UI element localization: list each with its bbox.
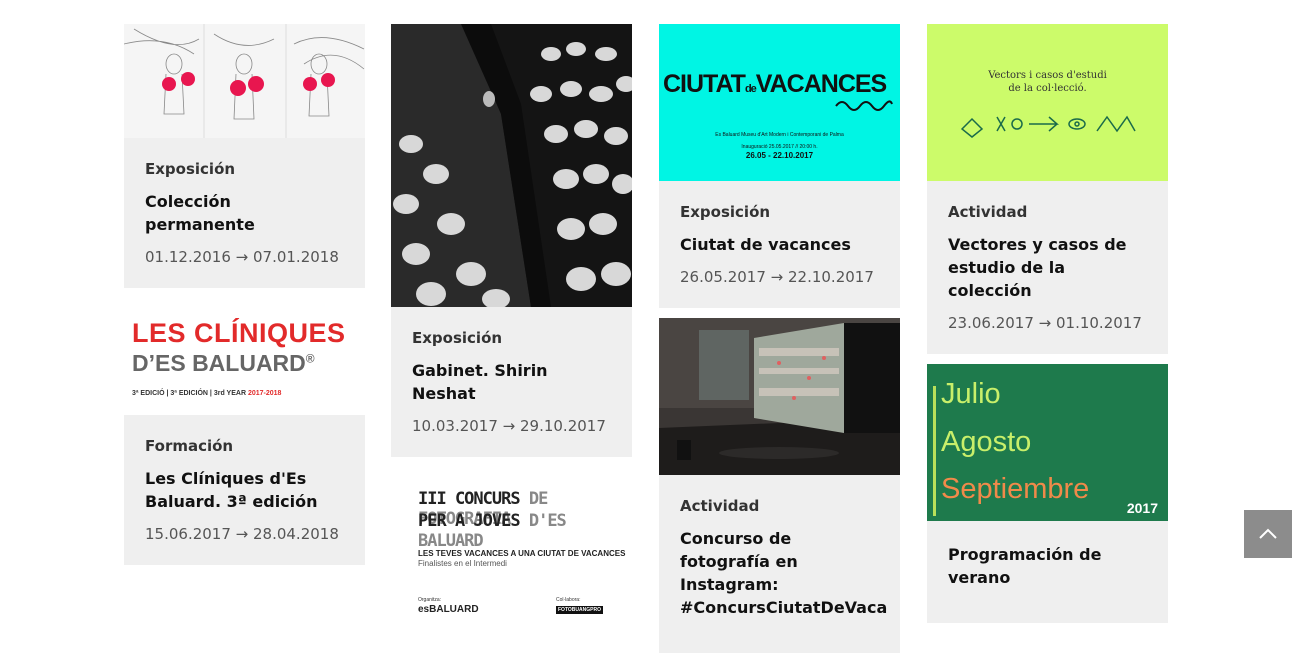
- thumb-text: PER A JOVES D'ES BALUARD: [418, 511, 567, 551]
- thumb-text: Inauguració 25.05.2017 // 20:00 h.: [741, 144, 818, 150]
- event-category: Actividad: [680, 497, 760, 515]
- thumb-text: Agosto: [941, 426, 1032, 458]
- event-title[interactable]: Les Clíniques d'Es Baluard. 3ª edición: [145, 467, 344, 513]
- thumb-text: D’ES BALUARD®: [132, 350, 315, 376]
- event-title[interactable]: Gabinet. Shirin Neshat: [412, 359, 611, 405]
- thumb-text: 2017: [1126, 500, 1158, 516]
- column-4: Vectors i casos d'estudi de la col·lecci…: [927, 24, 1168, 633]
- event-card[interactable]: Actividad Concurso de fotografía en Inst…: [659, 318, 900, 653]
- thumb-text: de la col·lecció.: [1008, 83, 1087, 94]
- event-image[interactable]: Vectors i casos d'estudi de la col·lecci…: [927, 24, 1168, 181]
- column-3: CIUTATdeVACANCES Es Baluard Museu d'Art …: [659, 24, 900, 663]
- event-image[interactable]: [124, 24, 365, 138]
- thumb-text: Julio: [941, 378, 1001, 410]
- event-card[interactable]: Julio Agosto Septiembre 2017 Programació…: [927, 364, 1168, 623]
- event-category: Exposición: [145, 160, 236, 178]
- chevron-up-icon: [1259, 528, 1277, 539]
- event-card[interactable]: III CONCURS DE FOTOGRAFIA PER A JOVES D'…: [391, 467, 632, 627]
- thumb-text: Organitza:: [418, 597, 442, 603]
- event-card[interactable]: Vectors i casos d'estudi de la col·lecci…: [927, 24, 1168, 354]
- event-title[interactable]: Programación de verano: [948, 543, 1147, 589]
- thumb-text: esBALUARD: [418, 604, 479, 615]
- event-title[interactable]: Colección permanente: [145, 190, 344, 236]
- thumb-text: Vectors i casos d'estudi: [988, 70, 1107, 81]
- event-card[interactable]: LES CLÍNIQUES D’ES BALUARD® 3ª EDICIÓ | …: [124, 298, 365, 565]
- event-category: Exposición: [412, 329, 503, 347]
- event-dates: 15.06.2017 → 28.04.2018: [145, 525, 339, 543]
- thumb-text: 3ª EDICIÓ | 3ª EDICIÓN | 3rd YEAR 2017-2…: [132, 390, 282, 397]
- event-dates: 23.06.2017 → 01.10.2017: [948, 314, 1142, 332]
- event-image[interactable]: [659, 318, 900, 475]
- event-dates: 01.12.2016 → 07.01.2018: [145, 248, 339, 266]
- event-card[interactable]: CIUTATdeVACANCES Es Baluard Museu d'Art …: [659, 24, 900, 308]
- accent-bar: [933, 386, 936, 516]
- thumb-text: Septiembre: [941, 473, 1090, 505]
- wave-icon: [835, 100, 893, 111]
- event-image[interactable]: [391, 24, 632, 307]
- event-image[interactable]: CIUTATdeVACANCES Es Baluard Museu d'Art …: [659, 24, 900, 181]
- event-title[interactable]: Concurso de fotografía en Instagram: #Co…: [680, 527, 887, 619]
- thumb-text: Col·labora:: [556, 597, 581, 603]
- back-to-top-button[interactable]: [1244, 510, 1292, 558]
- thumb-text: 26.05 - 22.10.2017: [745, 151, 814, 160]
- event-dates: 10.03.2017 → 29.10.2017: [412, 417, 606, 435]
- event-title[interactable]: Vectores y casos de estudio de la colecc…: [948, 233, 1147, 302]
- vectors-icon: [960, 115, 1136, 138]
- thumb-text: LES TEVES VACANCES A UNA CIUTAT DE VACAN…: [418, 549, 626, 558]
- thumb-text: Es Baluard Museu d'Art Modern i Contempo…: [715, 132, 844, 138]
- column-1: Exposición Colección permanente 01.12.20…: [124, 24, 365, 575]
- event-title[interactable]: Ciutat de vacances: [680, 233, 879, 256]
- thumb-text: LES CLÍNIQUES: [132, 318, 346, 348]
- event-category: Actividad: [948, 203, 1028, 221]
- event-category: Exposición: [680, 203, 771, 221]
- event-image[interactable]: III CONCURS DE FOTOGRAFIA PER A JOVES D'…: [391, 467, 632, 627]
- event-dates: 26.05.2017 → 22.10.2017: [680, 268, 874, 286]
- thumb-text: Finalistes en el Intermedi: [418, 559, 507, 568]
- thumb-text: CIUTATdeVACANCES: [663, 70, 887, 98]
- event-image[interactable]: LES CLÍNIQUES D’ES BALUARD® 3ª EDICIÓ | …: [124, 298, 365, 415]
- event-image[interactable]: Julio Agosto Septiembre 2017: [927, 364, 1168, 521]
- event-category: Formación: [145, 437, 234, 455]
- event-card[interactable]: Exposición Gabinet. Shirin Neshat 10.03.…: [391, 24, 632, 457]
- thumb-text: FOTOBUANGPRO: [556, 606, 603, 614]
- column-2: Exposición Gabinet. Shirin Neshat 10.03.…: [391, 24, 632, 637]
- event-card[interactable]: Exposición Colección permanente 01.12.20…: [124, 24, 365, 288]
